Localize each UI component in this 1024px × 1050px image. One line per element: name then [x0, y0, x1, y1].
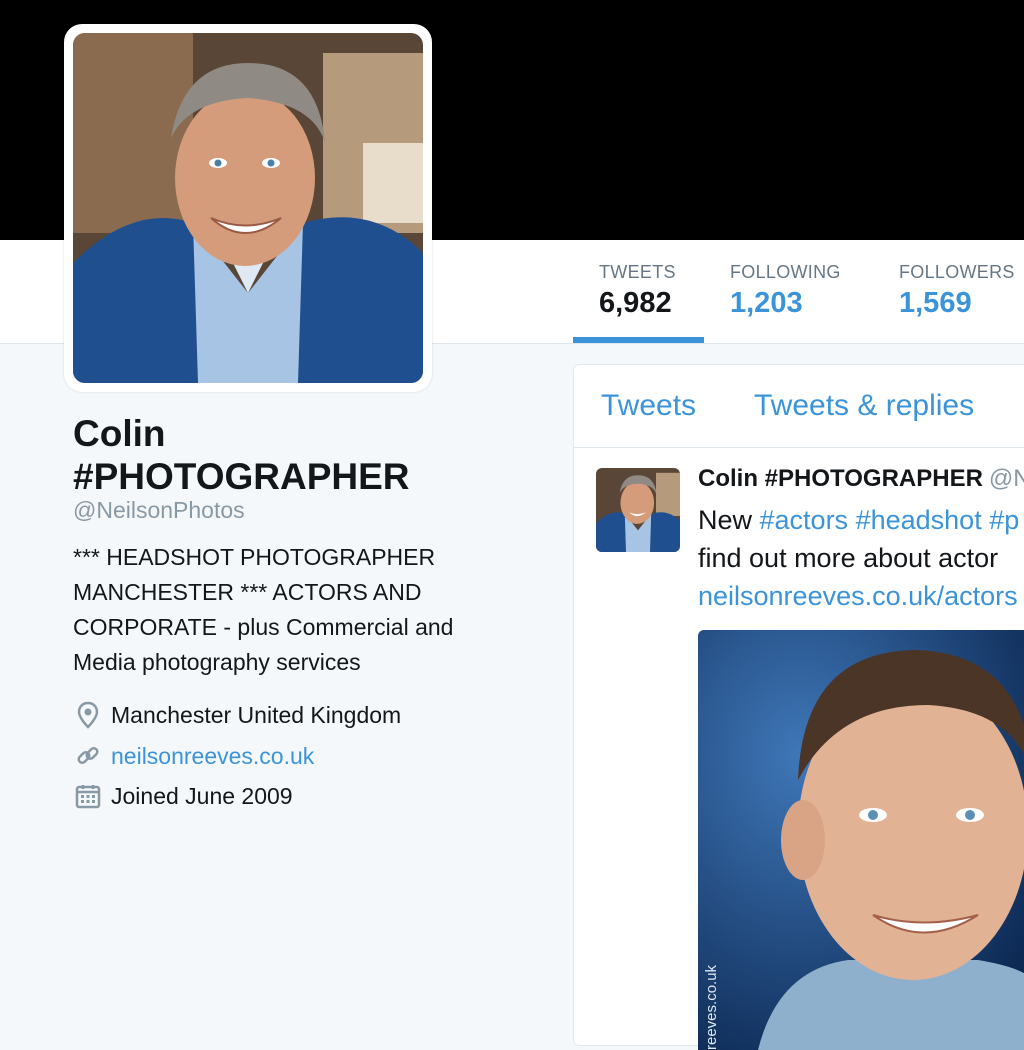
profile-handle[interactable]: @NeilsonPhotos — [73, 497, 245, 524]
tweet-media-image[interactable]: reeves.co.uk — [698, 630, 1024, 1050]
hashtag-headshot[interactable]: #headshot — [856, 505, 982, 535]
tweet-line-1: New #actors #headshot #p — [698, 501, 1019, 539]
tweet-author[interactable]: Colin #PHOTOGRAPHER @N — [698, 465, 1024, 493]
stat-following-label: FOLLOWING — [730, 262, 841, 282]
profile-avatar[interactable] — [64, 24, 432, 392]
link-icon — [73, 741, 103, 771]
stat-following[interactable]: FOLLOWING 1,203 — [730, 262, 841, 320]
stat-tweets-value: 6,982 — [599, 287, 672, 319]
website-link[interactable]: neilsonreeves.co.uk — [111, 743, 314, 770]
profile-website[interactable]: neilsonreeves.co.uk — [73, 741, 314, 771]
avatar-photo — [73, 33, 423, 383]
tweet-text: New #actors #headshot #p find out more a… — [698, 501, 1019, 615]
stat-followers[interactable]: FOLLOWERS 1,569 — [899, 262, 1015, 320]
profile-bio: *** HEADSHOT PHOTOGRAPHER MANCHESTER ***… — [73, 544, 454, 675]
stat-followers-label: FOLLOWERS — [899, 262, 1015, 282]
location-text: Manchester United Kingdom — [111, 701, 402, 728]
tweet-avatar[interactable] — [596, 468, 680, 552]
stat-followers-value: 1,569 — [899, 287, 972, 319]
stat-following-value: 1,203 — [730, 287, 803, 319]
hashtag-p[interactable]: #p — [989, 505, 1019, 535]
tweet-link[interactable]: neilsonreeves.co.uk/actors — [698, 577, 1019, 615]
stat-tweets[interactable]: TWEETS 6,982 — [599, 262, 676, 320]
hashtag-actors[interactable]: #actors — [760, 505, 849, 535]
profile-name[interactable]: Colin #PHOTOGRAPHER — [73, 412, 493, 498]
joined-text: Joined June 2009 — [111, 782, 293, 809]
active-tab-indicator — [573, 337, 704, 343]
timeline-tabs: Tweets Tweets & replies — [574, 365, 1024, 448]
tweet-prefix: New — [698, 505, 760, 535]
tweet-line-2: find out more about actor — [698, 543, 999, 573]
map-pin-icon — [73, 700, 103, 730]
tab-tweets[interactable]: Tweets — [601, 389, 696, 423]
media-watermark: reeves.co.uk — [703, 964, 720, 1050]
timeline-panel: Tweets Tweets & replies Colin #PHOTOGRAP… — [573, 364, 1024, 1050]
calendar-icon — [73, 781, 103, 811]
stat-tweets-label: TWEETS — [599, 262, 676, 282]
profile-location: Manchester United Kingdom — [73, 700, 401, 730]
tweet-author-handle[interactable]: @N — [989, 465, 1024, 492]
tab-tweets-replies[interactable]: Tweets & replies — [754, 389, 974, 423]
tweet-author-name[interactable]: Colin #PHOTOGRAPHER — [698, 465, 983, 492]
profile-joined: Joined June 2009 — [73, 781, 293, 811]
